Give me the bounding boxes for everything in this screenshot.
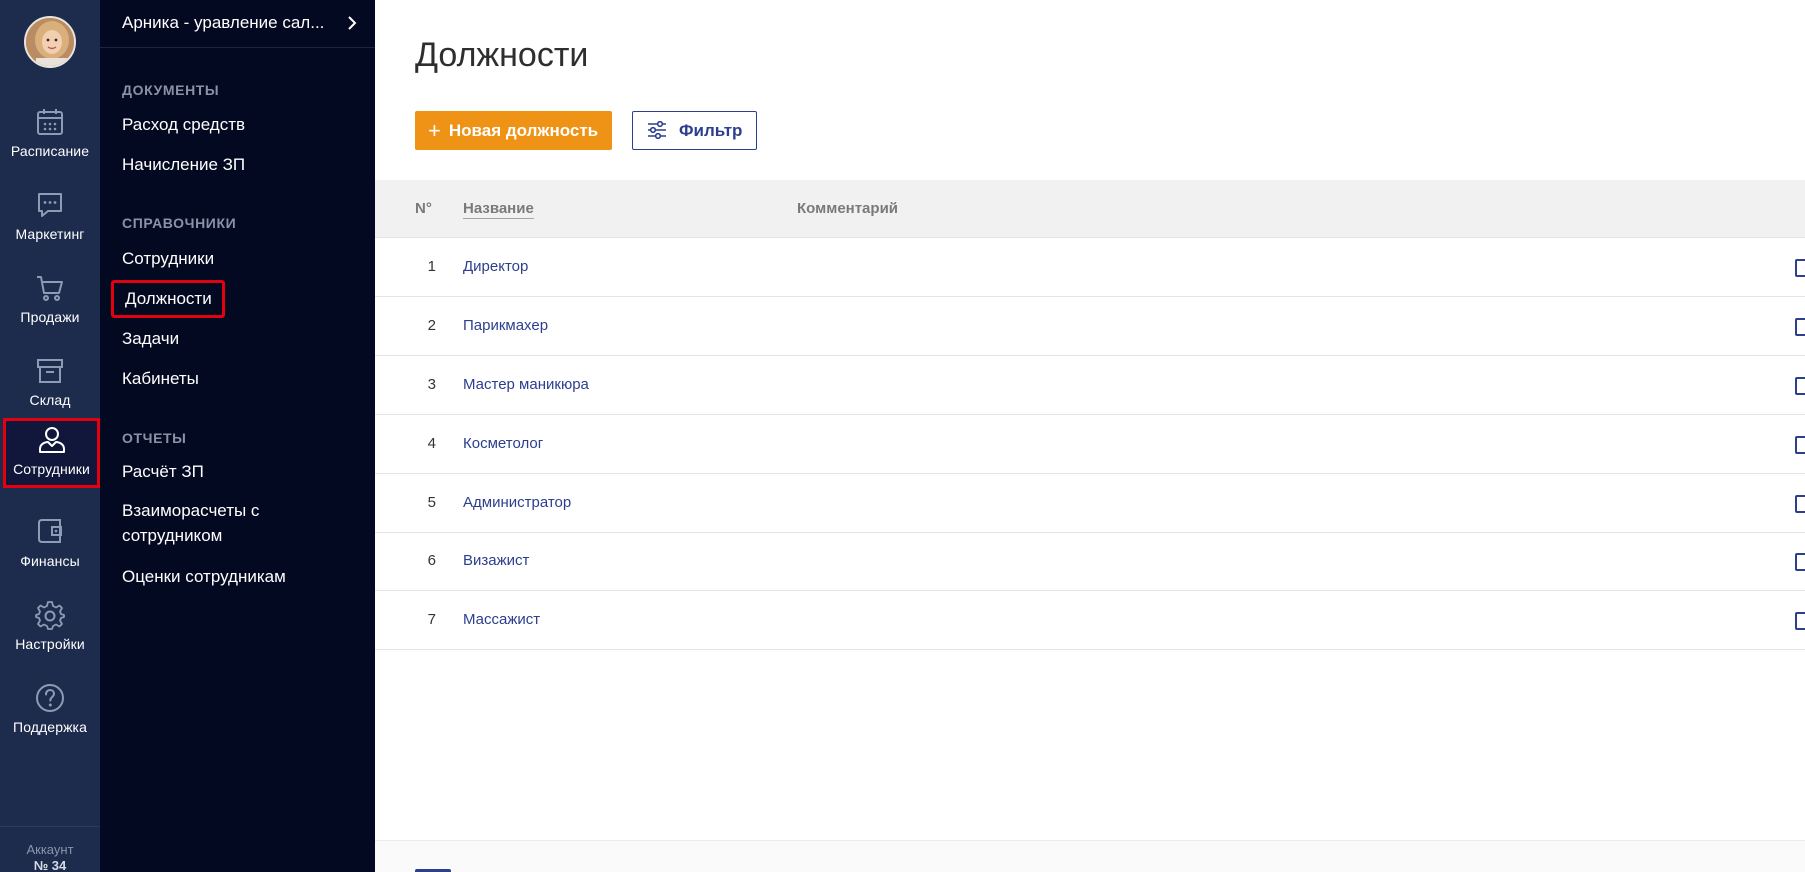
edit-icon[interactable] — [1795, 318, 1805, 336]
submenu-link-employees[interactable]: Сотрудники — [122, 246, 214, 271]
column-header-comment: Комментарий — [797, 200, 899, 217]
section-heading-documents: ДОКУМЕНТЫ — [122, 82, 220, 98]
row-number: 7 — [427, 611, 436, 628]
position-name-link[interactable]: Мастер маникюра — [463, 376, 589, 393]
filter-label: Фильтр — [679, 120, 743, 140]
edit-icon[interactable] — [1795, 495, 1805, 513]
filter-button[interactable]: Фильтр — [632, 111, 757, 150]
app-window: Расписание Маркетинг Продажи Склад Сотру… — [0, 0, 1805, 872]
submenu-link-payroll-calc[interactable]: Расчёт ЗП — [122, 459, 204, 484]
rail-label: Склад — [29, 392, 71, 408]
new-position-label: Новая должность — [448, 120, 599, 140]
pagination-bar — [375, 840, 1805, 872]
submenu-link-cabinets[interactable]: Кабинеты — [122, 366, 199, 391]
section-heading-references: СПРАВОЧНИКИ — [122, 215, 237, 231]
submenu-link-tasks[interactable]: Задачи — [122, 326, 179, 351]
edit-icon[interactable] — [1795, 553, 1805, 571]
rail-item-marketing[interactable]: Маркетинг — [0, 183, 100, 263]
submenu-link-payroll-accrual[interactable]: Начисление ЗП — [122, 152, 245, 177]
user-icon — [38, 427, 65, 453]
rail-label: Продажи — [20, 309, 80, 325]
chevron-right-icon[interactable] — [344, 15, 360, 31]
position-name-link[interactable]: Косметолог — [463, 435, 543, 452]
table-row[interactable]: 6 Визажист — [375, 532, 1805, 591]
position-name-link[interactable]: Парикмахер — [463, 317, 548, 334]
table-row[interactable]: 5 Администратор — [375, 474, 1805, 533]
rail-item-support[interactable]: Поддержка — [0, 676, 100, 756]
main-content: Должности + Новая должность Фильтр N° Наз… — [375, 0, 1805, 872]
submenu-link-expenses[interactable]: Расход средств — [122, 112, 245, 137]
rail-label: Поддержка — [13, 719, 87, 735]
position-name-link[interactable]: Директор — [463, 258, 528, 275]
rail-item-sales[interactable]: Продажи — [0, 266, 100, 346]
submenu-link-positions[interactable]: Должности — [111, 280, 225, 318]
section-heading-reports: ОТЧЕТЫ — [122, 430, 187, 446]
submenu-panel: Арника - уравление сал... ДОКУМЕНТЫ Расх… — [100, 0, 375, 872]
rail-label: Маркетинг — [15, 226, 85, 242]
submenu-link-settlements[interactable]: Взаиморасчеты с сотрудником — [122, 498, 322, 548]
chat-bubble-icon — [38, 193, 62, 217]
row-number: 2 — [427, 317, 436, 334]
account-label: Аккаунт — [26, 842, 74, 857]
avatar[interactable] — [24, 16, 76, 68]
icon-rail: Расписание Маркетинг Продажи Склад Сотру… — [0, 0, 100, 872]
table-header: N° Название Комментарий — [375, 180, 1805, 238]
column-header-number: N° — [415, 200, 432, 217]
rail-label: Расписание — [10, 143, 90, 159]
page-title: Должности — [415, 36, 589, 74]
rail-item-warehouse[interactable]: Склад — [0, 349, 100, 429]
rail-item-finance[interactable]: Финансы — [0, 510, 100, 590]
table-row[interactable]: 1 Директор — [375, 238, 1805, 297]
archive-box-icon — [37, 359, 63, 383]
submenu-header[interactable]: Арника - уравление сал... — [100, 0, 375, 48]
salon-selector[interactable]: Арника - уравление сал... — [122, 13, 324, 33]
table-row[interactable]: 2 Парикмахер — [375, 297, 1805, 356]
help-circle-icon — [36, 684, 64, 712]
account-info: Аккаунт № 34 — [0, 826, 100, 872]
row-number: 5 — [427, 494, 436, 511]
row-number: 6 — [427, 552, 436, 569]
calendar-icon — [37, 109, 63, 135]
sliders-icon — [648, 120, 666, 139]
row-number: 1 — [427, 258, 436, 275]
position-name-link[interactable]: Массажист — [463, 611, 540, 628]
submenu-link-employee-ratings[interactable]: Оценки сотрудникам — [122, 564, 286, 589]
table-row[interactable]: 7 Массажист — [375, 591, 1805, 650]
gear-icon — [35, 601, 65, 630]
plus-icon: + — [428, 117, 441, 143]
rail-item-settings[interactable]: Настройки — [0, 593, 100, 673]
table-row[interactable]: 3 Мастер маникюра — [375, 356, 1805, 415]
row-number: 3 — [427, 376, 436, 393]
account-number: № 34 — [33, 858, 67, 872]
new-position-button[interactable]: + Новая должность — [415, 111, 612, 150]
position-name-link[interactable]: Администратор — [463, 494, 571, 511]
table-row[interactable]: 4 Косметолог — [375, 415, 1805, 474]
edit-icon[interactable] — [1795, 612, 1805, 630]
column-header-name[interactable]: Название — [463, 200, 534, 219]
row-number: 4 — [427, 435, 436, 452]
rail-item-schedule[interactable]: Расписание — [0, 100, 100, 180]
wallet-icon — [38, 519, 62, 543]
edit-icon[interactable] — [1795, 436, 1805, 454]
edit-icon[interactable] — [1795, 377, 1805, 395]
edit-icon[interactable] — [1795, 259, 1805, 277]
avatar-image — [26, 18, 74, 66]
rail-label: Финансы — [20, 553, 80, 569]
rail-label: Настройки — [15, 636, 85, 652]
position-name-link[interactable]: Визажист — [463, 552, 529, 569]
rail-label: Сотрудники — [13, 461, 90, 477]
rail-item-employees[interactable]: Сотрудники — [3, 418, 100, 488]
cart-icon — [37, 276, 63, 301]
